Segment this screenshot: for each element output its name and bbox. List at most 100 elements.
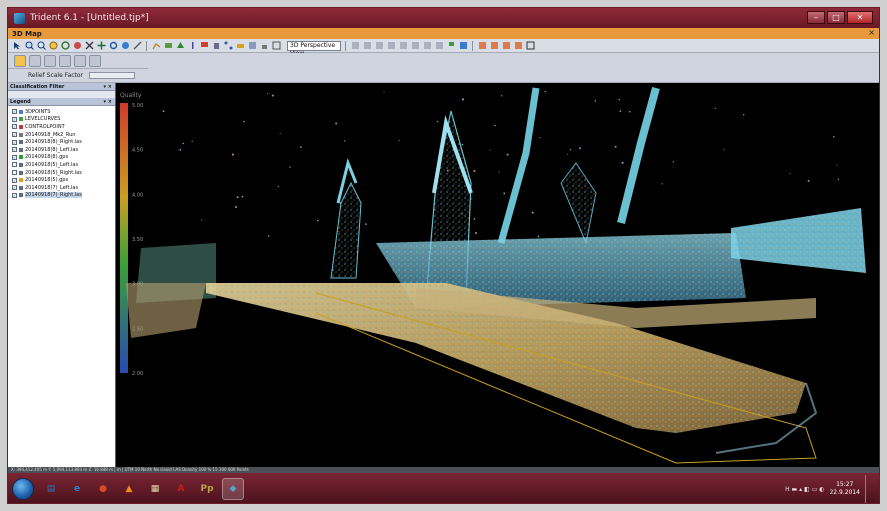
map-tab-close-icon[interactable]: × xyxy=(868,28,875,37)
draw-line-icon[interactable] xyxy=(151,41,161,51)
grid-icon[interactable] xyxy=(271,41,281,51)
taskbar-files-icon[interactable]: ▦ xyxy=(144,478,166,500)
tray-icons[interactable]: H ▬ ▴ ◧ ▭ ◐ xyxy=(785,486,824,493)
legend-item[interactable]: ✓ 20140918(8)_Right.las xyxy=(12,138,115,146)
tool-button[interactable] xyxy=(74,54,86,67)
point-cloud-scene[interactable]: Quality 5.004.504.003.503.002.502.00 xyxy=(116,83,879,467)
tool-button[interactable] xyxy=(44,54,56,67)
legend-header[interactable]: Legend ▾ × xyxy=(8,98,115,106)
colorbar-tick-label: 5.00 xyxy=(132,103,143,109)
legend-checkbox[interactable]: ✓ xyxy=(12,154,17,160)
maximize-button[interactable]: □ xyxy=(827,11,845,24)
taskbar-apps: ▤ e ● ▲ ▦ A Pp ◆ xyxy=(38,478,246,500)
noise-point xyxy=(494,124,496,127)
legend-item[interactable]: ✓ 20140918(7)_Right.las xyxy=(12,192,115,200)
map-tab[interactable]: 3D Map × xyxy=(8,28,879,39)
legend-checkbox[interactable]: ✓ xyxy=(12,147,17,153)
legend-checkbox[interactable] xyxy=(12,170,17,176)
tool-button[interactable] xyxy=(59,54,71,67)
close-button[interactable]: ✕ xyxy=(847,11,873,24)
taskbar-acrobat-icon[interactable]: A xyxy=(170,478,192,500)
noise-point xyxy=(594,100,597,102)
legend-checkbox[interactable]: ✓ xyxy=(12,124,17,130)
title-bar[interactable]: Trident 6.1 - [Untitled.tjp*] – □ ✕ xyxy=(8,8,879,28)
legend-checkbox[interactable] xyxy=(12,162,17,168)
sign-icon[interactable] xyxy=(199,41,209,51)
minimize-button[interactable]: – xyxy=(807,11,825,24)
flag-icon[interactable] xyxy=(446,41,456,51)
classification-filter-header[interactable]: Classification Filter ▾ × xyxy=(8,83,115,91)
noise-point xyxy=(317,219,319,222)
noise-point xyxy=(235,205,238,209)
car-icon[interactable] xyxy=(235,41,245,51)
3d-map-viewport[interactable]: Quality 5.004.504.003.503.002.502.00 xyxy=(116,83,879,467)
noise-point xyxy=(300,146,302,148)
crane-left xyxy=(330,181,362,279)
legend-item[interactable]: ✓ 3DPOINTS xyxy=(12,108,115,116)
info-icon[interactable] xyxy=(120,41,130,51)
table-icon[interactable] xyxy=(525,41,535,51)
layer-symbol-icon xyxy=(19,140,23,145)
refresh-icon[interactable] xyxy=(108,41,118,51)
taskbar-chrome-icon[interactable]: ● xyxy=(92,478,114,500)
noise-point xyxy=(836,164,838,166)
network-icon[interactable] xyxy=(223,41,233,51)
legend-item[interactable]: ✓ 20140918_Mk2_Run xyxy=(12,131,115,139)
edit-tool-button[interactable] xyxy=(14,54,26,67)
select-arrow-icon[interactable] xyxy=(12,41,22,51)
image-icon[interactable] xyxy=(513,41,523,51)
disabled-tool-icon xyxy=(374,41,384,51)
layer-symbol-icon xyxy=(19,162,23,167)
legend-item[interactable]: 20140918(5)_Right.las xyxy=(12,169,115,177)
legend-checkbox[interactable]: ✓ xyxy=(12,116,17,122)
taskbar-internet-explorer-icon[interactable]: e xyxy=(66,478,88,500)
panel-pin-icon[interactable]: ▾ × xyxy=(104,83,112,91)
legend-item[interactable]: ✓ 20140918(7)_Left.las xyxy=(12,184,115,192)
move-icon[interactable] xyxy=(96,41,106,51)
noise-point xyxy=(628,110,631,113)
tool-button[interactable] xyxy=(29,54,41,67)
layer-icon[interactable] xyxy=(163,41,173,51)
legend-checkbox[interactable]: ✓ xyxy=(12,185,17,191)
legend-checkbox[interactable]: ✓ xyxy=(12,139,17,145)
pan-hand-icon[interactable] xyxy=(48,41,58,51)
panel-pin-icon[interactable]: ▾ × xyxy=(104,98,112,106)
legend-checkbox[interactable]: ✓ xyxy=(12,177,17,183)
tools-icon[interactable] xyxy=(247,41,257,51)
globe-icon[interactable] xyxy=(72,41,82,51)
relief-scale-slider[interactable] xyxy=(89,72,136,79)
tree-icon[interactable] xyxy=(175,41,185,51)
taskbar-powerpoint-icon[interactable]: Pp xyxy=(196,478,218,500)
taskbar-explorer-icon[interactable]: ▤ xyxy=(40,478,62,500)
tool-button[interactable] xyxy=(89,54,101,67)
taskbar-vlc-icon[interactable]: ▲ xyxy=(118,478,140,500)
legend-item[interactable]: ✓ LEVELCURVES xyxy=(12,116,115,124)
image-icon[interactable] xyxy=(501,41,511,51)
legend-item[interactable]: ✓ 20140918(8).gps xyxy=(12,154,115,162)
zoom-in-icon[interactable] xyxy=(24,41,34,51)
building-icon[interactable] xyxy=(211,41,221,51)
legend-item[interactable]: ✓ 20140918(8)_Left.las xyxy=(12,146,115,154)
start-button[interactable] xyxy=(12,478,34,500)
legend-item[interactable]: ✓ CONTROLPOINT xyxy=(12,123,115,131)
legend-item[interactable]: ✓ 20140918(5).gps xyxy=(12,176,115,184)
image-icon[interactable] xyxy=(477,41,487,51)
legend-checkbox[interactable]: ✓ xyxy=(12,192,17,198)
legend-item[interactable]: 20140918(5)_Left.las xyxy=(12,161,115,169)
clock[interactable]: 15:27 22.9.2014 xyxy=(829,481,860,497)
legend-checkbox[interactable]: ✓ xyxy=(12,132,17,138)
measure-icon[interactable] xyxy=(132,41,142,51)
taskbar-trident-icon[interactable]: ◆ xyxy=(222,478,244,500)
export-icon[interactable] xyxy=(458,41,468,51)
noise-point xyxy=(398,139,400,142)
secondary-toolbar xyxy=(8,53,148,69)
cross-icon[interactable] xyxy=(84,41,94,51)
legend-checkbox[interactable]: ✓ xyxy=(12,109,17,115)
zoom-out-icon[interactable] xyxy=(36,41,46,51)
view-mode-select[interactable]: 3D Perspective View xyxy=(287,40,341,57)
image-icon[interactable] xyxy=(489,41,499,51)
pole-icon[interactable] xyxy=(187,41,197,51)
show-desktop-button[interactable] xyxy=(865,475,871,503)
lock-icon[interactable] xyxy=(259,41,269,51)
rotate-icon[interactable] xyxy=(60,41,70,51)
